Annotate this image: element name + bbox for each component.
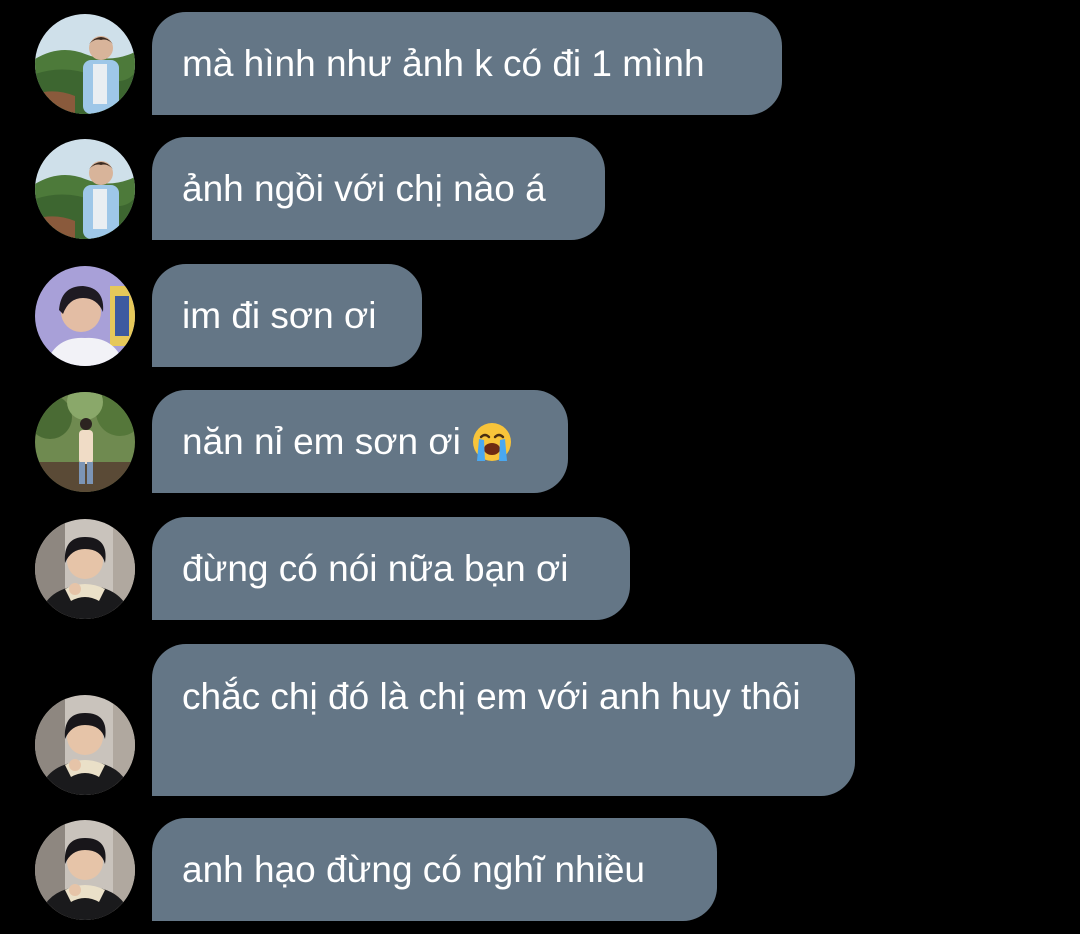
- message-text: đừng có nói nữa bạn ơi: [182, 547, 569, 589]
- avatar-forest-walk[interactable]: [35, 392, 135, 492]
- message-bubble[interactable]: im đi sơn ơi: [152, 264, 422, 367]
- message-text: năn nỉ em sơn ơi: [182, 420, 461, 462]
- message-row: đừng có nói nữa bạn ơi: [0, 517, 1080, 620]
- message-bubble[interactable]: chắc chị đó là chị em với anh huy thôi: [152, 644, 855, 796]
- message-text: anh hạo đừng có nghĩ nhiều: [182, 848, 645, 890]
- message-row: im đi sơn ơi: [0, 264, 1080, 367]
- avatar-black-jacket[interactable]: [35, 820, 135, 920]
- loudly-crying-face-emoji: [471, 421, 513, 463]
- avatar-outdoor-hills[interactable]: [35, 139, 135, 239]
- avatar-outdoor-hills[interactable]: [35, 14, 135, 114]
- message-row: mà hình như ảnh k có đi 1 mình: [0, 12, 1080, 115]
- chat-thread: mà hình như ảnh k có đi 1 mình ảnh ngồi …: [0, 0, 1080, 934]
- avatar-black-jacket[interactable]: [35, 519, 135, 619]
- message-bubble[interactable]: anh hạo đừng có nghĩ nhiều: [152, 818, 717, 921]
- message-bubble[interactable]: ảnh ngồi với chị nào á: [152, 137, 605, 240]
- message-bubble[interactable]: năn nỉ em sơn ơi: [152, 390, 568, 493]
- message-row: ảnh ngồi với chị nào á: [0, 137, 1080, 240]
- message-row: chắc chị đó là chị em với anh huy thôi: [0, 644, 1080, 796]
- message-row: năn nỉ em sơn ơi: [0, 390, 1080, 493]
- message-text: mà hình như ảnh k có đi 1 mình: [182, 42, 705, 84]
- message-bubble[interactable]: mà hình như ảnh k có đi 1 mình: [152, 12, 782, 115]
- message-text: ảnh ngồi với chị nào á: [182, 167, 546, 209]
- message-text: im đi sơn ơi: [182, 294, 377, 336]
- avatar-purple-bg[interactable]: [35, 266, 135, 366]
- message-text: chắc chị đó là chị em với anh huy thôi: [182, 676, 801, 717]
- avatar-black-jacket[interactable]: [35, 695, 135, 795]
- message-bubble[interactable]: đừng có nói nữa bạn ơi: [152, 517, 630, 620]
- message-row: anh hạo đừng có nghĩ nhiều: [0, 818, 1080, 921]
